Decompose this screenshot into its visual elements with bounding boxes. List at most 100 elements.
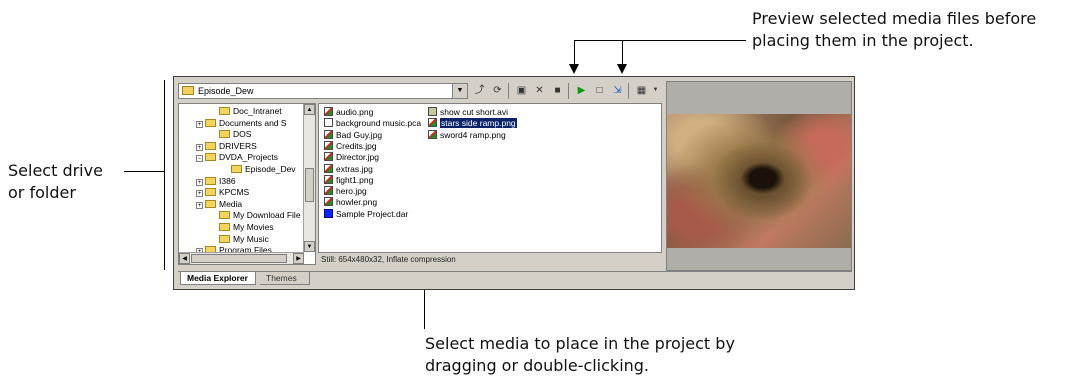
folder-icon bbox=[182, 86, 194, 95]
file-name: Credits.jpg bbox=[336, 140, 377, 151]
path-dropdown[interactable]: Episode_Dew ▼ bbox=[178, 83, 468, 99]
views-dropdown-icon[interactable]: ▼ bbox=[648, 83, 663, 98]
tree-item-label: Doc_Intranet bbox=[233, 106, 282, 116]
tree-item[interactable]: My Download File bbox=[219, 210, 301, 220]
collapse-icon[interactable]: − bbox=[196, 155, 203, 163]
properties-icon[interactable]: ■ bbox=[550, 83, 565, 98]
expand-icon[interactable]: + bbox=[196, 120, 203, 128]
file-item[interactable]: Director.jpg bbox=[324, 152, 379, 163]
scroll-down-icon[interactable]: ▼ bbox=[304, 241, 315, 252]
delete-icon[interactable]: ✕ bbox=[532, 83, 547, 98]
file-item[interactable]: background music.pca bbox=[324, 118, 421, 129]
file-item[interactable]: sword4 ramp.png bbox=[428, 129, 506, 141]
video-file-icon bbox=[428, 107, 437, 116]
file-item[interactable]: show cut short.avi bbox=[428, 107, 508, 118]
file-name: sword4 ramp.png bbox=[440, 129, 506, 140]
folder-icon bbox=[231, 165, 242, 173]
tree-item[interactable]: My Movies bbox=[219, 222, 274, 232]
file-name: howler.png bbox=[336, 197, 378, 208]
folder-icon bbox=[219, 130, 230, 139]
path-text: Episode_Dew bbox=[198, 86, 254, 96]
file-name: hero.jpg bbox=[336, 186, 367, 197]
select-folder-callout-line2: or folder bbox=[8, 183, 76, 202]
image-file-icon bbox=[324, 152, 333, 162]
tree-item-label: DRIVERS bbox=[219, 140, 257, 151]
image-file-icon bbox=[428, 118, 437, 128]
select-media-callout-line2: dragging or double-clicking. bbox=[425, 356, 650, 375]
project-file-icon bbox=[324, 208, 333, 218]
folder-icon bbox=[205, 141, 216, 150]
file-name: show cut short.avi bbox=[440, 107, 509, 117]
tree-item[interactable]: Episode_Dev bbox=[231, 164, 296, 174]
up-folder-icon[interactable]: ⤴ bbox=[472, 83, 487, 98]
tree-item[interactable]: + I386 bbox=[196, 176, 236, 186]
tree-item-label: Media bbox=[219, 198, 243, 209]
preview-callout-hline bbox=[574, 40, 746, 41]
new-folder-icon[interactable]: ▣ bbox=[514, 83, 529, 98]
stop-icon[interactable]: □ bbox=[592, 83, 607, 98]
tree-item-label: Documents and S bbox=[219, 117, 287, 128]
select-folder-bracket bbox=[164, 80, 165, 270]
scroll-left-icon[interactable]: ◀ bbox=[179, 253, 190, 264]
scroll-thumb[interactable] bbox=[305, 168, 314, 202]
tree-item[interactable]: − DVDA_Projects bbox=[196, 152, 278, 163]
scroll-right-icon[interactable]: ▶ bbox=[293, 253, 304, 264]
image-file-icon bbox=[324, 163, 333, 173]
views-icon[interactable]: ▦ bbox=[634, 83, 649, 98]
tree-item[interactable]: + KPCMS bbox=[196, 187, 249, 198]
file-name: Director.jpg bbox=[336, 152, 379, 163]
file-item[interactable]: Sample Project.dar bbox=[324, 208, 408, 220]
tab-media-explorer[interactable]: Media Explorer bbox=[180, 272, 256, 285]
media-explorer-window: Episode_Dew ▼ ⤴ ⟳ ▣ ✕ ■ ▶ □ ⇲ ▦ ▼ Doc_In… bbox=[173, 76, 855, 290]
scroll-up-icon[interactable]: ▲ bbox=[304, 104, 315, 115]
file-item[interactable]: audio.png bbox=[324, 107, 373, 118]
play-icon[interactable]: ▶ bbox=[574, 83, 589, 98]
folder-icon bbox=[205, 118, 216, 127]
refresh-icon[interactable]: ⟳ bbox=[490, 83, 505, 98]
chevron-down-icon[interactable]: ▼ bbox=[452, 84, 467, 98]
file-item[interactable]: howler.png bbox=[324, 197, 377, 208]
folder-tree[interactable]: Doc_Intranet + Documents and S DOS + DRIVERS −… bbox=[178, 103, 316, 265]
audio-file-icon bbox=[324, 118, 333, 128]
file-name: background music.pca bbox=[336, 118, 422, 129]
file-name: Bad Guy.jpg bbox=[336, 129, 383, 140]
folder-icon bbox=[205, 188, 216, 197]
expand-icon[interactable]: + bbox=[196, 178, 203, 186]
folder-icon bbox=[219, 211, 230, 220]
auto-preview-icon[interactable]: ⇲ bbox=[610, 83, 625, 98]
tree-item-label: DOS bbox=[233, 129, 252, 140]
file-name: fight1.png bbox=[336, 174, 374, 185]
tree-item[interactable]: DOS bbox=[219, 129, 251, 139]
tree-item[interactable]: + Media bbox=[196, 199, 242, 209]
tree-horizontal-scrollbar[interactable]: ◀ ▶ bbox=[179, 252, 304, 264]
media-file-list[interactable]: audio.png background music.pca Bad Guy.jpg… bbox=[318, 103, 662, 253]
tree-item[interactable]: Doc_Intranet bbox=[219, 106, 282, 116]
tree-item[interactable]: + DRIVERS bbox=[196, 141, 257, 151]
select-folder-callout-line1: Select drive bbox=[8, 161, 103, 180]
preview-callout-vline-2 bbox=[622, 40, 623, 66]
file-item[interactable]: hero.jpg bbox=[324, 186, 367, 197]
folder-icon bbox=[219, 234, 230, 243]
expand-icon[interactable]: + bbox=[196, 190, 203, 198]
preview-image bbox=[667, 114, 851, 248]
tree-item[interactable]: + Documents and S bbox=[196, 118, 287, 128]
expand-icon[interactable]: + bbox=[196, 201, 203, 209]
tree-item[interactable]: My Music bbox=[219, 234, 269, 244]
preview-callout: Preview selected media files before plac… bbox=[752, 8, 1080, 52]
toolbar-separator bbox=[628, 83, 629, 99]
file-item[interactable]: Credits.jpg bbox=[324, 140, 377, 152]
folder-icon bbox=[205, 176, 216, 185]
scroll-thumb[interactable] bbox=[191, 254, 287, 263]
tree-item-label: My Movies bbox=[233, 222, 274, 232]
tree-vertical-scrollbar[interactable]: ▲ ▼ bbox=[303, 104, 315, 252]
file-item[interactable]: Bad Guy.jpg bbox=[324, 129, 383, 141]
tab-themes[interactable]: Themes bbox=[260, 272, 310, 285]
status-bar: Still: 654x480x32, Inflate compression bbox=[321, 255, 456, 264]
folder-icon bbox=[219, 223, 230, 231]
expand-icon[interactable]: + bbox=[196, 143, 203, 151]
file-name: extras.jpg bbox=[336, 163, 373, 174]
file-item[interactable]: fight1.png bbox=[324, 174, 374, 186]
file-item[interactable]: stars side ramp.png bbox=[428, 118, 517, 129]
file-item[interactable]: extras.jpg bbox=[324, 163, 373, 175]
image-file-icon bbox=[324, 197, 333, 207]
